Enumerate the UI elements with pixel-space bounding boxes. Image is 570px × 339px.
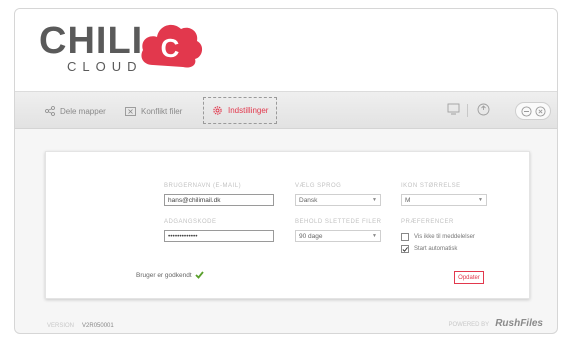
settings-panel: BRUGERNAVN (E-MAIL) ADGANGSKODE VÆLG SPR…	[45, 151, 530, 299]
language-select[interactable]: Dansk ▼	[295, 194, 381, 206]
app-window: CHILI CLOUD C Dele mapper Konflikt filer	[14, 8, 558, 334]
update-button[interactable]: Opdater	[454, 271, 484, 284]
header: CHILI CLOUD C	[15, 9, 557, 91]
tab-conflict-files[interactable]: Konflikt filer	[125, 92, 182, 130]
username-field[interactable]	[164, 194, 274, 206]
toolbar-divider	[467, 104, 468, 117]
checkmark-icon	[402, 246, 408, 252]
version-value: V2R050001	[82, 323, 114, 329]
powered-by-label: POWERED BY	[448, 322, 490, 328]
cloud-logo-icon: C	[141, 24, 203, 68]
icon-size-label: IKON STØRRELSE	[401, 183, 461, 189]
chevron-down-icon: ▼	[478, 197, 483, 203]
keep-deleted-select[interactable]: 90 dage ▼	[295, 230, 381, 242]
pref-notifications-label: Vis ikke til meddelelser	[414, 234, 475, 240]
language-select-value: Dansk	[299, 196, 318, 204]
tab-settings[interactable]: Indstillinger	[203, 97, 278, 124]
version-label: VERSION	[47, 323, 75, 329]
powered-by-brand: RushFiles	[495, 318, 543, 329]
help-icon[interactable]	[477, 103, 490, 116]
keep-deleted-select-value: 90 dage	[299, 232, 323, 240]
pref-autostart-label: Start automatisk	[414, 246, 458, 252]
pref-notifications-row[interactable]: Vis ikke til meddelelser	[401, 233, 475, 241]
preferences-label: PRÆFERENCER	[401, 219, 454, 225]
icon-size-select[interactable]: M ▼	[401, 194, 487, 206]
auth-status: Bruger er godkendt	[136, 271, 204, 279]
pref-notifications-checkbox[interactable]	[401, 233, 409, 241]
tab-share-folders[interactable]: Dele mapper	[45, 92, 106, 130]
pref-autostart-checkbox[interactable]	[401, 245, 409, 253]
check-success-icon	[195, 271, 204, 279]
close-icon[interactable]	[534, 105, 546, 117]
chevron-down-icon: ▼	[372, 233, 377, 239]
username-label: BRUGERNAVN (E-MAIL)	[164, 183, 242, 189]
conflict-files-icon	[125, 106, 136, 116]
password-field[interactable]	[164, 230, 274, 242]
share-icon	[45, 106, 55, 116]
password-label: ADGANGSKODE	[164, 219, 217, 225]
auth-status-text: Bruger er godkendt	[136, 271, 192, 279]
window-controls	[515, 102, 551, 120]
keep-deleted-label: BEHOLD SLETTEDE FILER	[295, 219, 382, 225]
monitor-icon[interactable]	[447, 103, 460, 115]
tab-settings-label: Indstillinger	[228, 106, 269, 115]
logo-wordmark: CHILI	[39, 20, 144, 62]
icon-size-select-value: M	[405, 196, 411, 204]
toolbar: Dele mapper Konflikt filer Indstillinger	[15, 91, 557, 129]
gear-icon	[213, 106, 222, 115]
logo-subtitle: CLOUD	[67, 59, 143, 74]
footer-powered-by: POWERED BY RushFiles	[449, 318, 543, 329]
pref-autostart-row[interactable]: Start automatisk	[401, 245, 457, 253]
language-label: VÆLG SPROG	[295, 183, 342, 189]
chevron-down-icon: ▼	[372, 197, 377, 203]
minimize-icon[interactable]	[520, 105, 532, 117]
footer-version: VERSION V2R050001	[47, 323, 114, 329]
tab-share-folders-label: Dele mapper	[60, 106, 106, 116]
tab-conflict-files-label: Konflikt filer	[141, 106, 183, 116]
logo-letter: C	[161, 33, 180, 63]
